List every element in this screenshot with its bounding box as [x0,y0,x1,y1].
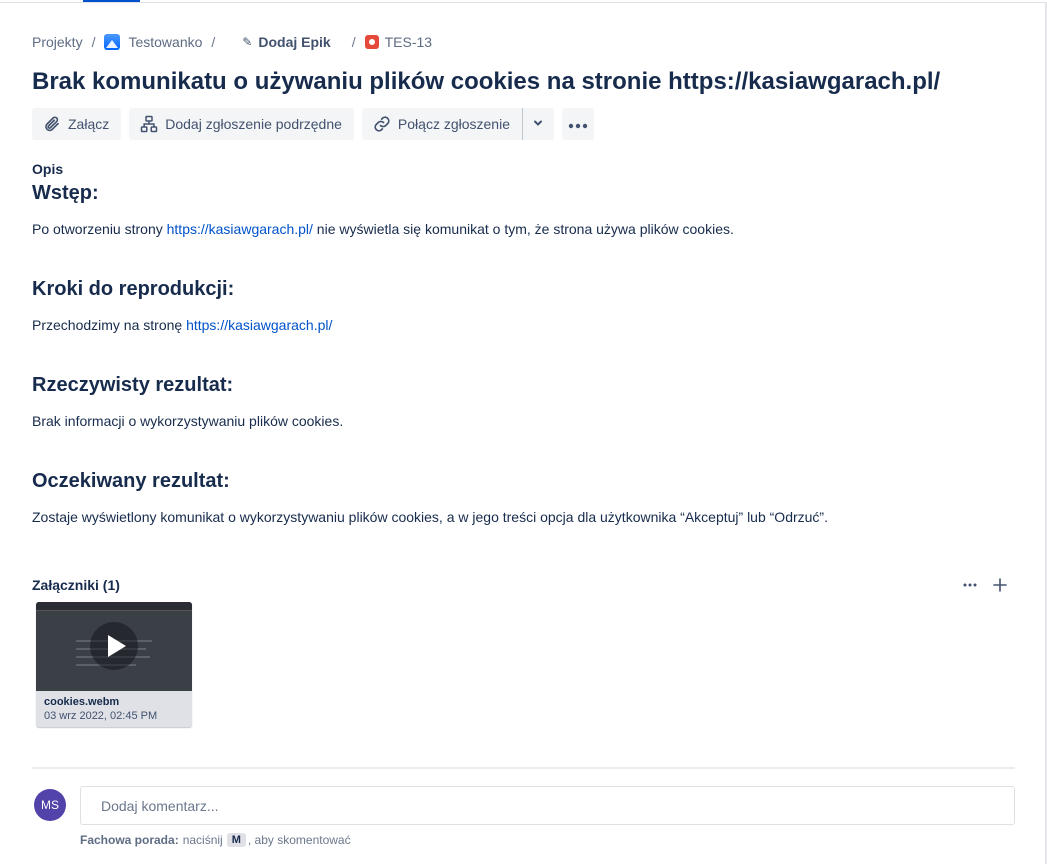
breadcrumb-issue[interactable]: TES-13 [364,34,433,50]
link-icon [372,114,392,134]
attachment-card[interactable]: cookies.webm 03 wrz 2022, 02:45 PM [36,602,192,727]
actual-result-heading: Rzeczywisty rezultat: [32,374,234,396]
video-thumbnail [36,602,192,691]
steps-paragraph: Przechodzimy na stronę https://kasiawgar… [32,317,332,333]
active-tab-indicator [83,0,140,2]
add-attachment-button[interactable] [985,574,1015,596]
intro-text-after: nie wyświetla się komunikat o tym, że st… [312,221,734,237]
breadcrumb-project-label: Testowanko [128,34,203,50]
steps-heading: Kroki do reprodukcji: [32,278,235,300]
link-issue-button[interactable]: Połącz zgłoszenie [361,108,522,140]
issue-toolbar: Załącz Dodaj zgłoszenie podrzędne Połącz… [32,108,602,140]
expected-result-heading: Oczekiwany rezultat: [32,470,230,492]
play-icon[interactable] [90,622,138,670]
more-actions-button[interactable] [561,108,594,140]
hierarchy-icon [139,114,159,134]
more-icon [568,116,588,132]
shortcut-key: M [226,833,246,847]
intro-heading: Wstęp: [32,182,99,204]
project-avatar-icon [104,34,121,50]
attachments-actions [955,574,1015,596]
breadcrumb-separator: / [91,34,96,50]
expected-result-text: Zostaje wyświetlony komunikat o wykorzys… [32,509,828,525]
attachment-name: cookies.webm [44,696,120,708]
plus-icon [993,578,1007,592]
steps-text-before: Przechodzimy na stronę [32,317,187,333]
paperclip-icon [42,114,62,134]
bug-icon [364,35,379,49]
breadcrumb-issue-key: TES-13 [384,34,433,50]
link-issue-label: Połącz zgłoszenie [397,116,510,132]
add-child-issue-label: Dodaj zgłoszenie podrzędne [165,116,342,132]
chevron-down-icon [532,116,544,132]
breadcrumb-project[interactable]: Testowanko [104,34,202,50]
intro-text-before: Po otworzeniu strony [32,221,167,237]
breadcrumb-separator: / [211,34,216,50]
divider [32,767,1015,769]
thumbnail-browser-bar [36,602,192,611]
attach-button[interactable]: Załącz [32,108,122,140]
pencil-icon: ✎ [242,35,253,49]
intro-link[interactable]: https://kasiawgarach.pl/ [167,221,313,237]
intro-paragraph: Po otworzeniu strony https://kasiawgarac… [32,221,734,237]
avatar[interactable]: MS [34,789,66,821]
comment-input[interactable] [80,786,1015,825]
breadcrumb-epic[interactable]: ✎ Dodaj Epik [224,34,330,50]
breadcrumb-separator: / [351,34,356,50]
comment-tip: Fachowa porada: naciśnij M , aby skoment… [80,833,351,847]
actual-result-text: Brak informacji o wykorzystywaniu plików… [32,413,344,429]
steps-link[interactable]: https://kasiawgarach.pl/ [186,317,332,333]
tip-label: Fachowa porada: [80,833,179,847]
description-label: Opis [32,161,64,177]
add-child-issue-button[interactable]: Dodaj zgłoszenie podrzędne [129,108,354,140]
more-icon [963,583,977,587]
attachments-more-button[interactable] [955,574,985,596]
link-issue-dropdown-button[interactable] [521,108,554,140]
attachments-title: Załączniki (1) [32,577,120,593]
tip-text-after: , aby skomentować [247,833,351,847]
breadcrumb-epic-label: Dodaj Epik [258,34,331,50]
attachment-meta: cookies.webm 03 wrz 2022, 02:45 PM [36,691,192,727]
breadcrumb: Projekty / Testowanko / ✎ Dodaj Epik / T… [32,32,432,52]
attachment-date: 03 wrz 2022, 02:45 PM [44,710,158,722]
tip-text-before: naciśnij [182,833,223,847]
breadcrumb-projects[interactable]: Projekty [32,34,83,50]
attach-button-label: Załącz [68,116,110,132]
issue-title[interactable]: Brak komunikatu o używaniu plików cookie… [32,66,1015,98]
top-nav-border [0,0,1047,3]
